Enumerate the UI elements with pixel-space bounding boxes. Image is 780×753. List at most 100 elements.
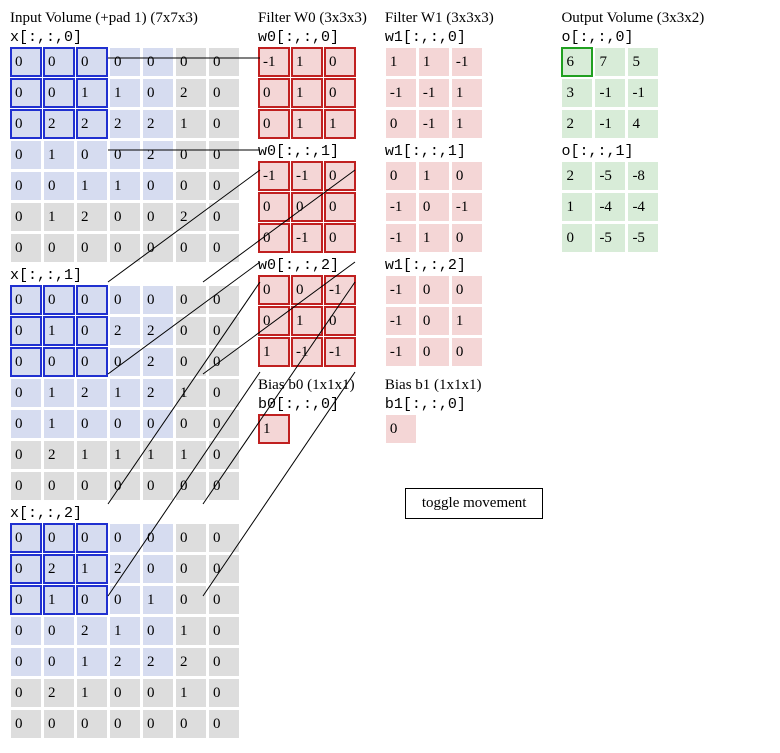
filter-w1-grid: 010-10-1-110 (385, 161, 544, 253)
input-cell: 0 (76, 233, 108, 263)
filter-w1-slice-label: w1[:,:,2] (385, 257, 544, 274)
output-grid: 2-5-81-4-40-5-5 (561, 161, 704, 253)
input-cell: 0 (142, 554, 174, 584)
input-cell: 0 (43, 78, 75, 108)
input-cell: 0 (142, 47, 174, 77)
filter-w0-cell: 1 (324, 109, 356, 139)
input-cell: 0 (109, 233, 141, 263)
filter-w0-cell: 0 (324, 192, 356, 222)
input-cell: 0 (142, 678, 174, 708)
bias-b1-label: b1[:,:,0] (385, 396, 544, 413)
input-cell: 0 (10, 616, 42, 646)
output-slice-label: o[:,:,1] (561, 143, 704, 160)
input-cell: 0 (208, 78, 240, 108)
input-cell: 0 (208, 678, 240, 708)
filter-w0-column: Filter W0 (3x3x3)w0[:,:,0]-110010011w0[:… (258, 10, 367, 448)
filter-w1-cell: 1 (418, 161, 450, 191)
input-cell: 1 (109, 78, 141, 108)
input-cell: 0 (208, 233, 240, 263)
input-cell: 0 (10, 440, 42, 470)
filter-w0-cell: -1 (258, 47, 290, 77)
input-cell: 0 (175, 171, 207, 201)
filter-w0-cell: 1 (291, 109, 323, 139)
output-cell: -4 (594, 192, 626, 222)
input-cell: 1 (43, 409, 75, 439)
input-cell: 0 (142, 285, 174, 315)
filter-w0-cell: 1 (291, 306, 323, 336)
input-cell: 0 (208, 585, 240, 615)
input-cell: 1 (43, 585, 75, 615)
input-cell: 0 (10, 554, 42, 584)
input-cell: 0 (175, 523, 207, 553)
input-cell: 1 (142, 585, 174, 615)
output-cell: 2 (561, 109, 593, 139)
filter-w0-cell: 0 (258, 192, 290, 222)
filter-w1-cell: -1 (418, 78, 450, 108)
filter-w1-grid: 11-1-1-110-11 (385, 47, 544, 139)
input-cell: 2 (109, 647, 141, 677)
input-cell: 0 (175, 285, 207, 315)
bias-b0-title: Bias b0 (1x1x1) (258, 377, 367, 394)
input-cell: 1 (109, 440, 141, 470)
input-cell: 1 (76, 171, 108, 201)
input-cell: 0 (10, 347, 42, 377)
filter-w0-cell: 0 (324, 47, 356, 77)
filter-w0-cell: 0 (258, 306, 290, 336)
input-cell: 0 (208, 347, 240, 377)
filter-w1-cell: 1 (385, 47, 417, 77)
input-cell: 0 (208, 471, 240, 501)
input-grid: 0000000021200001001000021010001222002100… (10, 523, 240, 739)
bias-b1-cell: 0 (385, 414, 417, 444)
filter-w0-cell: 0 (291, 275, 323, 305)
filter-w1-cell: -1 (451, 192, 483, 222)
filter-w1-cell: -1 (385, 192, 417, 222)
filter-w0-cell: 0 (324, 306, 356, 336)
input-cell: 0 (10, 523, 42, 553)
input-cell: 0 (10, 316, 42, 346)
input-cell: 2 (142, 647, 174, 677)
input-cell: 0 (208, 440, 240, 470)
input-cell: 0 (10, 109, 42, 139)
input-cell: 0 (76, 585, 108, 615)
input-cell: 0 (142, 171, 174, 201)
output-cell: -5 (594, 223, 626, 253)
filter-w0-cell: 1 (291, 47, 323, 77)
input-cell: 0 (109, 140, 141, 170)
input-cell: 0 (208, 378, 240, 408)
input-cell: 0 (175, 47, 207, 77)
filter-w1-cell: -1 (385, 223, 417, 253)
output-title: Output Volume (3x3x2) (561, 10, 704, 27)
filter-w1-cell: 1 (418, 47, 450, 77)
input-cell: 0 (10, 202, 42, 232)
input-cell: 1 (175, 109, 207, 139)
input-title: Input Volume (+pad 1) (7x7x3) (10, 10, 240, 27)
input-cell: 1 (175, 616, 207, 646)
filter-w1-cell: -1 (385, 306, 417, 336)
input-cell: 0 (109, 709, 141, 739)
filter-w0-cell: 0 (324, 161, 356, 191)
input-cell: 0 (208, 140, 240, 170)
input-cell: 1 (142, 440, 174, 470)
input-cell: 0 (43, 171, 75, 201)
input-cell: 0 (109, 523, 141, 553)
input-cell: 0 (109, 285, 141, 315)
filter-w0-slice-label: w0[:,:,1] (258, 143, 367, 160)
input-cell: 1 (43, 202, 75, 232)
filter-w0-cell: 1 (258, 337, 290, 367)
input-cell: 0 (43, 285, 75, 315)
input-cell: 1 (109, 171, 141, 201)
input-cell: 2 (43, 554, 75, 584)
input-cell: 2 (175, 78, 207, 108)
bias-b0-cell: 1 (258, 414, 290, 444)
input-cell: 1 (175, 440, 207, 470)
input-cell: 0 (10, 647, 42, 677)
input-cell: 1 (109, 616, 141, 646)
bias-b0-grid: 1 (258, 414, 367, 444)
input-cell: 0 (109, 585, 141, 615)
filter-w1-column: Filter W1 (3x3x3)w1[:,:,0]11-1-1-110-11w… (385, 10, 544, 519)
input-slice-label: x[:,:,1] (10, 267, 240, 284)
output-cell: 1 (561, 192, 593, 222)
input-cell: 0 (10, 678, 42, 708)
toggle-movement-button[interactable]: toggle movement (405, 488, 544, 519)
input-cell: 1 (76, 78, 108, 108)
